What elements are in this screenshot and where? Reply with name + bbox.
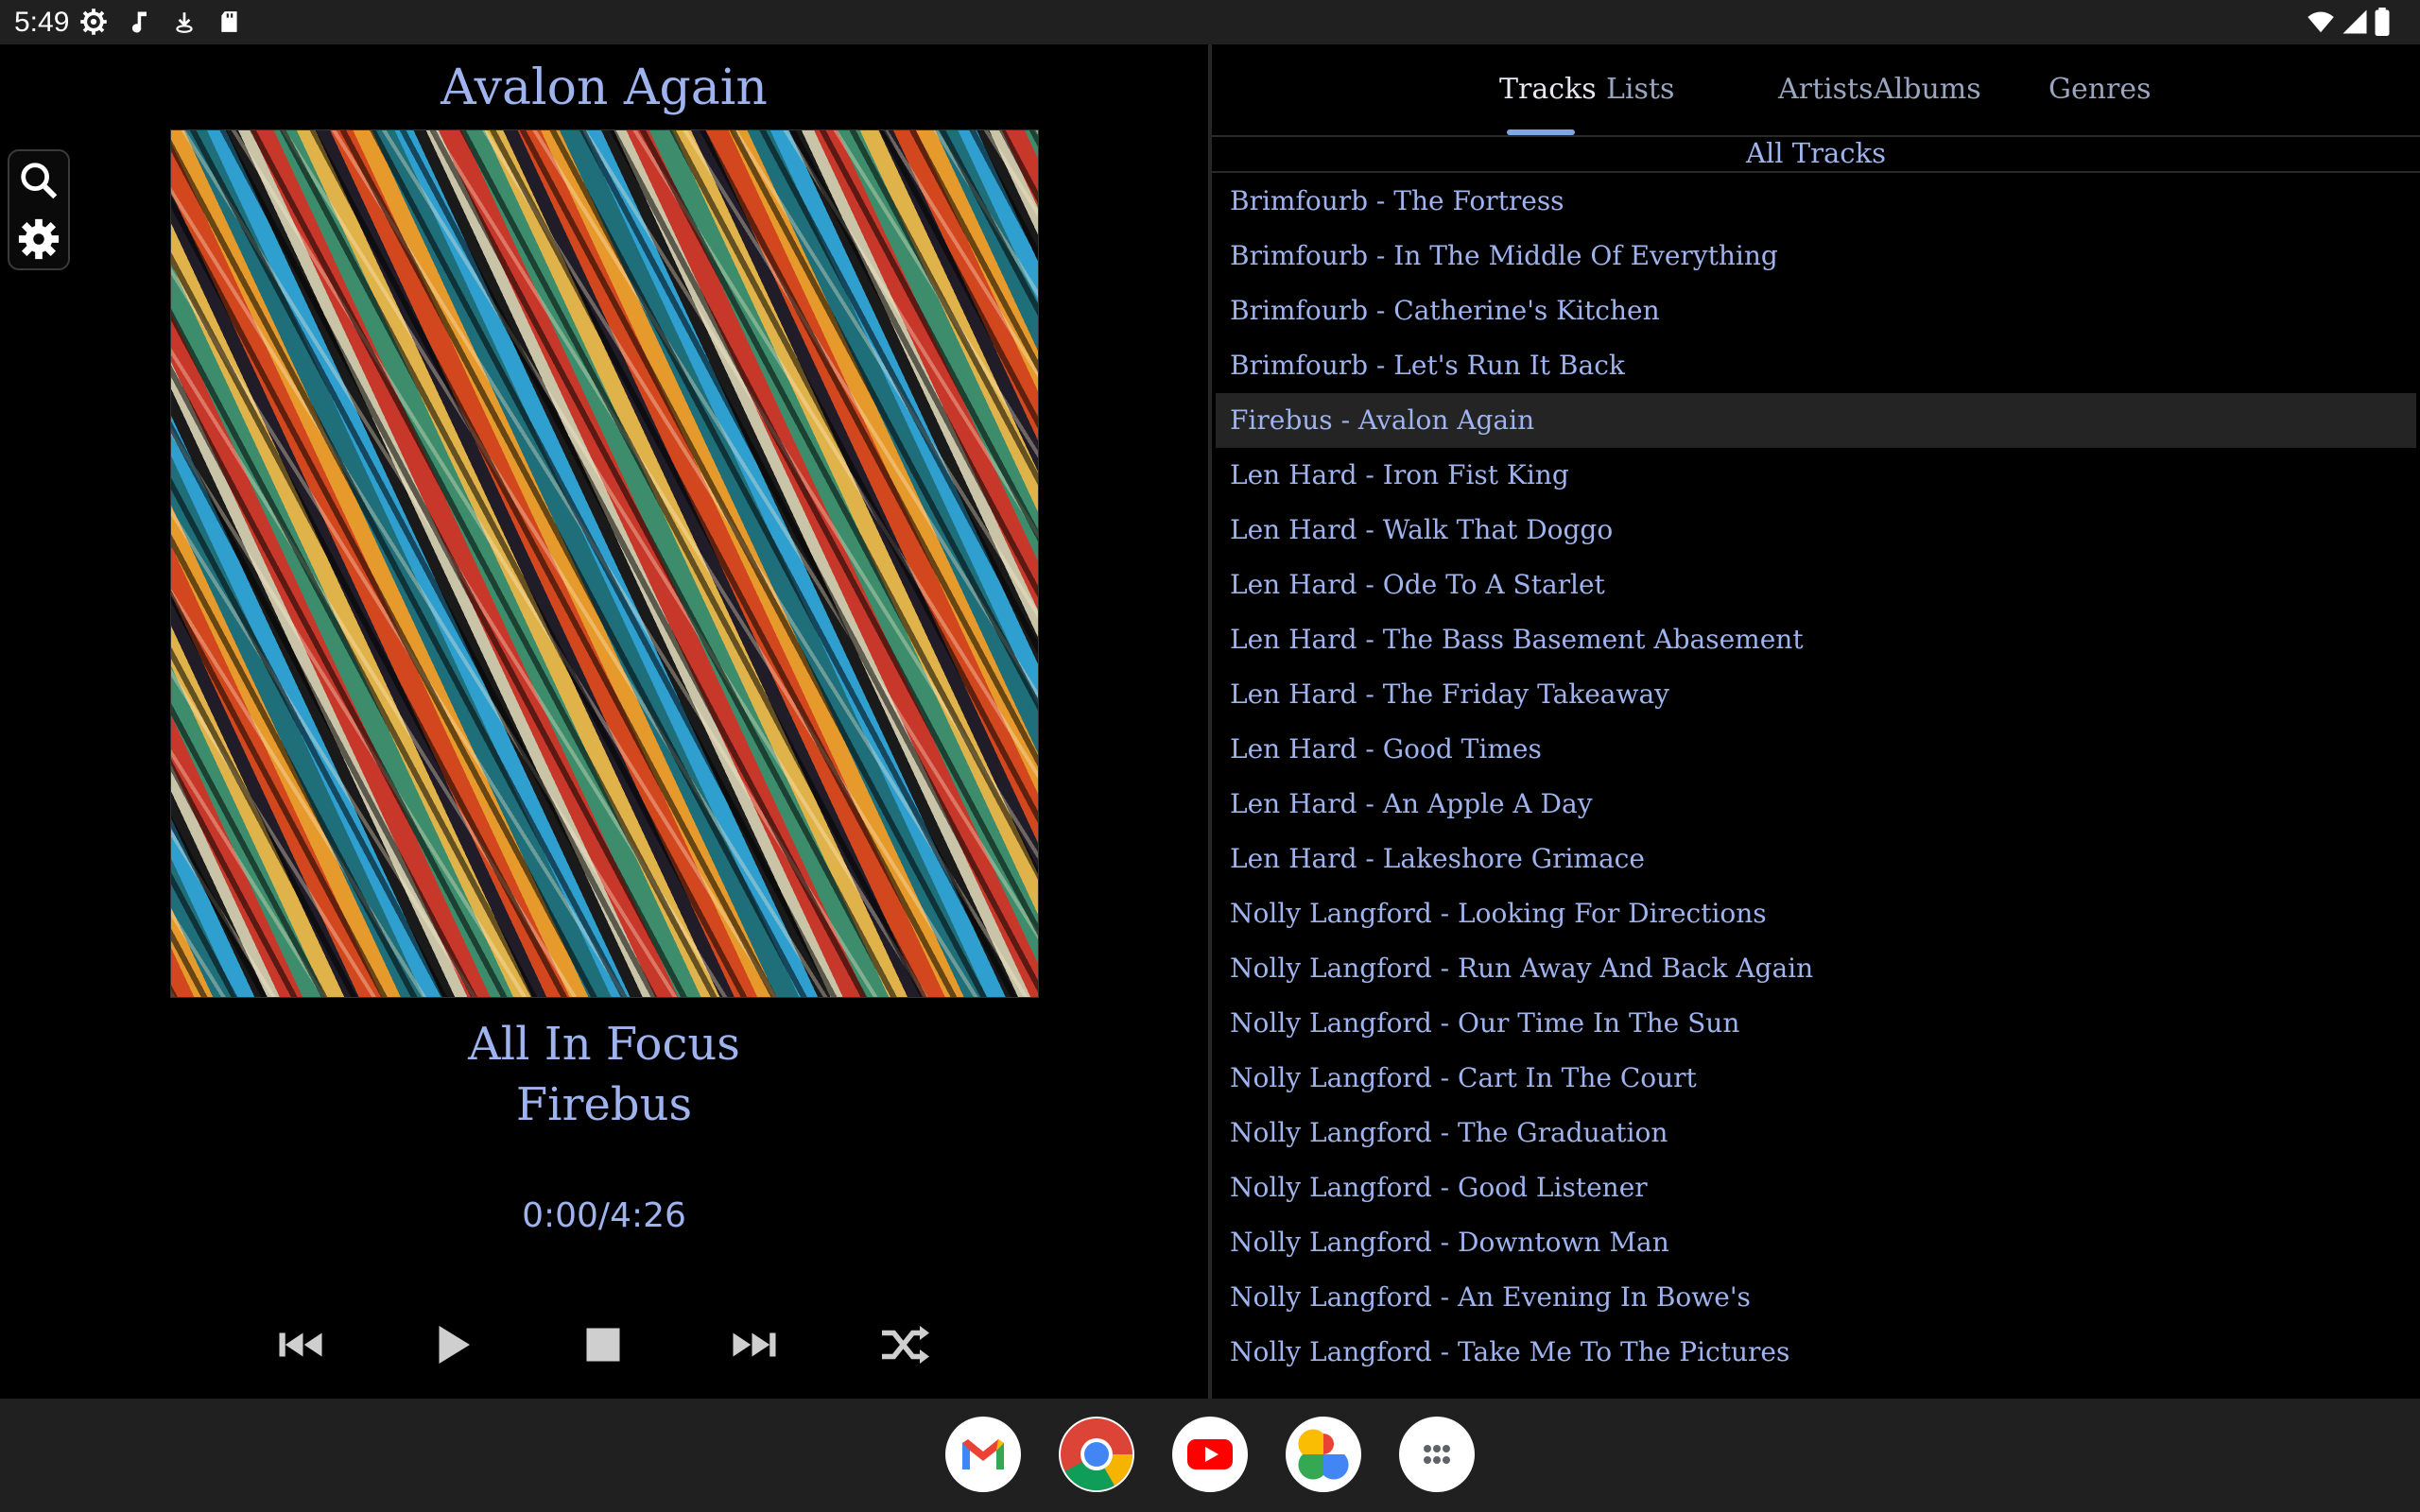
library-panel: Tracks Lists Artists Albums Genres All T…: [1212, 44, 2420, 1399]
tab-tracks[interactable]: Tracks: [1499, 71, 1597, 109]
track-row[interactable]: Brimfourb - Let's Run It Back: [1216, 338, 2416, 393]
stop-icon[interactable]: [575, 1316, 631, 1373]
track-row[interactable]: Len Hard - The Friday Takeaway: [1216, 667, 2416, 722]
settings-gear-icon: [80, 9, 107, 35]
status-time: 5:49: [14, 7, 70, 38]
track-row[interactable]: Brimfourb - The Fortress: [1216, 174, 2416, 229]
now-playing-panel: Avalon Again All In Focus Firebus 0:00/4…: [0, 44, 1208, 1399]
song-title: Avalon Again: [441, 60, 768, 116]
signal-icon: [2342, 9, 2367, 34]
album-art: [170, 129, 1039, 998]
status-right-icons: [2306, 8, 2392, 36]
track-row[interactable]: Len Hard - The Bass Basement Abasement: [1216, 612, 2416, 667]
track-row[interactable]: Brimfourb - In The Middle Of Everything: [1216, 229, 2416, 284]
playback-time: 0:00/4:26: [522, 1196, 686, 1235]
track-row[interactable]: Nolly Langford - Downtown Man: [1216, 1215, 2416, 1270]
search-icon[interactable]: [17, 159, 60, 202]
artist-name: Firebus: [515, 1078, 693, 1131]
track-row[interactable]: Len Hard - Ode To A Starlet: [1216, 558, 2416, 612]
track-row[interactable]: Len Hard - Good Times: [1216, 722, 2416, 777]
library-tabs: Tracks Lists Artists Albums Genres: [1212, 44, 2420, 137]
youtube-icon[interactable]: [1172, 1417, 1248, 1492]
tab-lists[interactable]: Lists: [1606, 71, 1674, 109]
list-header: All Tracks: [1212, 137, 2420, 173]
previous-icon[interactable]: [272, 1316, 329, 1373]
track-row[interactable]: Nolly Langford - Our Time In The Sun: [1216, 996, 2416, 1051]
track-row[interactable]: Nolly Langford - Cart In The Court: [1216, 1051, 2416, 1106]
app-drawer-icon[interactable]: [1399, 1417, 1475, 1492]
track-row[interactable]: Nolly Langford - The Graduation: [1216, 1106, 2416, 1160]
settings-icon[interactable]: [17, 217, 60, 261]
wifi-icon: [2308, 11, 2334, 33]
taskbar: [0, 1399, 2420, 1512]
track-row-selected[interactable]: Firebus - Avalon Again: [1216, 393, 2416, 448]
sd-card-icon: [221, 11, 237, 32]
track-list[interactable]: Brimfourb - The Fortress Brimfourb - In …: [1212, 174, 2420, 1399]
side-toolbar: [8, 149, 70, 270]
next-icon[interactable]: [726, 1316, 783, 1373]
tab-albums[interactable]: Albums: [1874, 71, 1981, 109]
play-icon[interactable]: [423, 1316, 479, 1373]
track-row[interactable]: Len Hard - Walk That Doggo: [1216, 503, 2416, 558]
track-row[interactable]: Len Hard - Iron Fist King: [1216, 448, 2416, 503]
track-row[interactable]: Len Hard - Lakeshore Grimace: [1216, 832, 2416, 886]
track-row[interactable]: Nolly Langford - Take Me To The Pictures: [1216, 1325, 2416, 1380]
active-tab-indicator: [1507, 129, 1575, 135]
track-row[interactable]: Nolly Langford - Run Away And Back Again: [1216, 941, 2416, 996]
tab-genres[interactable]: Genres: [2048, 71, 2152, 109]
download-icon: [176, 12, 193, 33]
track-row[interactable]: Len Hard - An Apple A Day: [1216, 777, 2416, 832]
chrome-icon[interactable]: [1059, 1417, 1134, 1492]
gmail-icon[interactable]: [945, 1417, 1021, 1492]
photos-icon[interactable]: [1286, 1417, 1361, 1492]
battery-icon: [2375, 8, 2390, 36]
track-row[interactable]: Nolly Langford - Good Listener: [1216, 1160, 2416, 1215]
track-row[interactable]: Nolly Langford - An Evening In Bowe's: [1216, 1270, 2416, 1325]
track-row[interactable]: Brimfourb - Catherine's Kitchen: [1216, 284, 2416, 338]
status-bar: 5:49: [0, 0, 2420, 44]
album-name: All In Focus: [468, 1018, 740, 1071]
shuffle-icon[interactable]: [877, 1316, 934, 1373]
music-note-icon: [131, 11, 147, 33]
track-row[interactable]: Nolly Langford - Looking For Directions: [1216, 886, 2416, 941]
tab-artists[interactable]: Artists: [1778, 71, 1874, 109]
